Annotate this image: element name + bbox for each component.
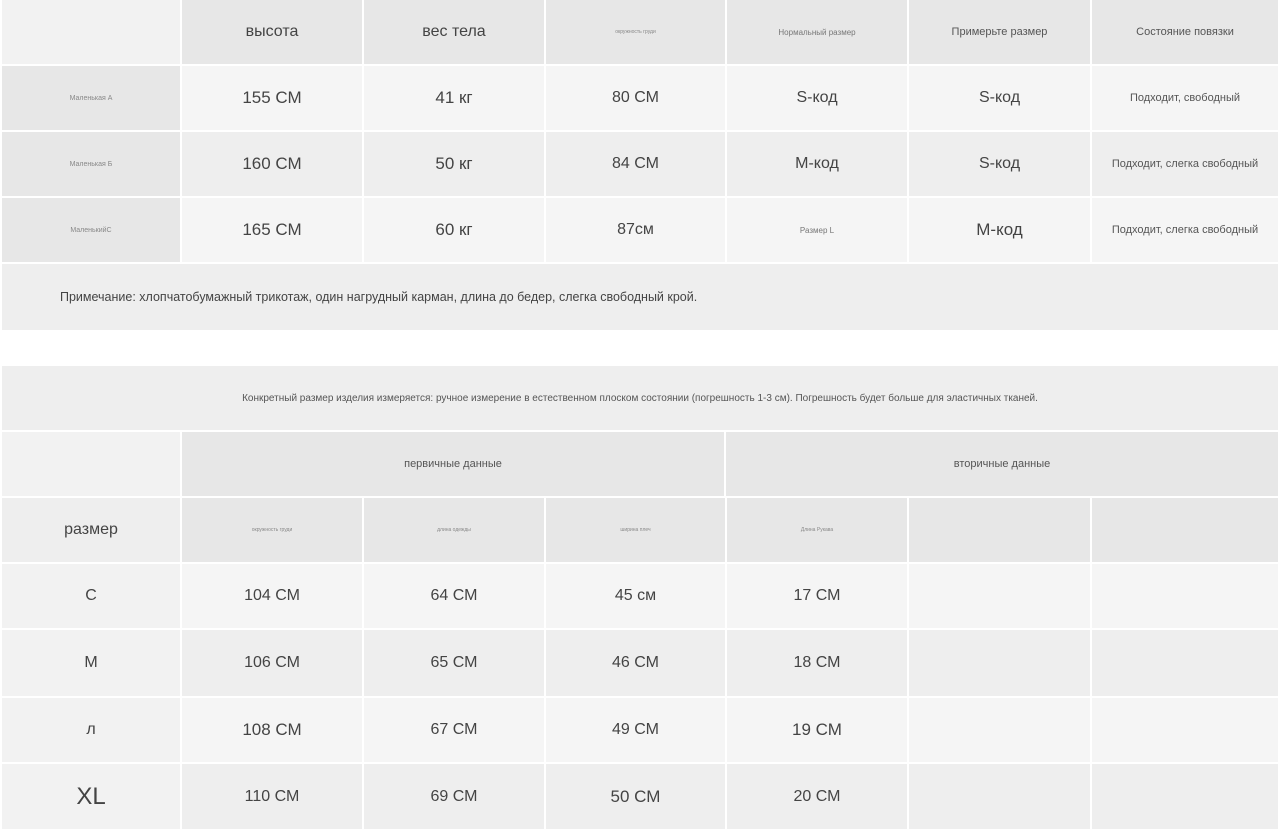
fit-row-state: Подходит, слегка свободный bbox=[1092, 132, 1278, 196]
size-row-empty bbox=[909, 764, 1092, 829]
fit-row-height: 160 СМ bbox=[182, 132, 364, 196]
fit-row-try-size: М-код bbox=[909, 198, 1092, 262]
fit-row-height: 155 СМ bbox=[182, 66, 364, 130]
fit-row-weight: 50 кг bbox=[364, 132, 546, 196]
size-row-shoulder: 46 СМ bbox=[546, 630, 727, 696]
size-row-sleeve: 18 СМ bbox=[727, 630, 909, 696]
size-row-bust: 106 СМ bbox=[182, 630, 364, 696]
fit-header-try-size: Примерьте размер bbox=[909, 0, 1092, 64]
size-row-size: л bbox=[2, 698, 182, 762]
fit-header-weight: вес тела bbox=[364, 0, 546, 64]
fit-row-normal-size: М-код bbox=[727, 132, 909, 196]
size-table-row: XL 110 СМ 69 СМ 50 СМ 20 СМ bbox=[2, 764, 1278, 829]
fit-header-bust: окружность груди bbox=[546, 0, 727, 64]
size-header-size: размер bbox=[2, 498, 182, 562]
size-row-sleeve: 17 СМ bbox=[727, 564, 909, 628]
size-header-empty bbox=[1092, 498, 1278, 562]
fit-row-normal-size: Размер L bbox=[727, 198, 909, 262]
group-primary-data: первичные данные bbox=[182, 432, 726, 496]
size-header-bust: окружность груди bbox=[182, 498, 364, 562]
fit-row-label: Маленькая Б bbox=[2, 132, 182, 196]
size-row-empty bbox=[1092, 564, 1278, 628]
fit-note: Примечание: хлопчатобумажный трикотаж, о… bbox=[2, 264, 1278, 330]
size-row-empty bbox=[909, 630, 1092, 696]
size-row-shoulder: 45 см bbox=[546, 564, 727, 628]
fit-row-normal-size: S-код bbox=[727, 66, 909, 130]
fit-header-state: Состояние повязки bbox=[1092, 0, 1278, 64]
fit-row-weight: 60 кг bbox=[364, 198, 546, 262]
size-chart: высота вес тела окружность груди Нормаль… bbox=[0, 0, 1280, 829]
spec-row: Конкретный размер изделия измеряется: ру… bbox=[2, 366, 1278, 430]
size-row-empty bbox=[909, 698, 1092, 762]
fit-row-bust: 84 СМ bbox=[546, 132, 727, 196]
size-row-empty bbox=[1092, 698, 1278, 762]
size-row-length: 67 СМ bbox=[364, 698, 546, 762]
size-header-empty bbox=[909, 498, 1092, 562]
size-row-size: М bbox=[2, 630, 182, 696]
fit-table-row: МаленькийС 165 СМ 60 кг 87см Размер L М-… bbox=[2, 198, 1278, 262]
size-group-empty bbox=[2, 432, 182, 496]
size-row-sleeve: 20 СМ bbox=[727, 764, 909, 829]
fit-row-weight: 41 кг bbox=[364, 66, 546, 130]
size-row-length: 69 СМ bbox=[364, 764, 546, 829]
fit-header-empty bbox=[2, 0, 182, 64]
fit-header-height: высота bbox=[182, 0, 364, 64]
fit-row-bust: 87см bbox=[546, 198, 727, 262]
size-row-empty bbox=[909, 564, 1092, 628]
fit-header-normal-size: Нормальный размер bbox=[727, 0, 909, 64]
fit-row-try-size: S-код bbox=[909, 132, 1092, 196]
size-header-sleeve: Длина Рукава bbox=[727, 498, 909, 562]
fit-row-label: Маленькая А bbox=[2, 66, 182, 130]
size-row-bust: 108 СМ bbox=[182, 698, 364, 762]
fit-row-height: 165 СМ bbox=[182, 198, 364, 262]
size-row-size: С bbox=[2, 564, 182, 628]
size-header-shoulder: ширина плеч bbox=[546, 498, 727, 562]
fit-row-state: Подходит, слегка свободный bbox=[1092, 198, 1278, 262]
fit-table-row: Маленькая Б 160 СМ 50 кг 84 СМ М-код S-к… bbox=[2, 132, 1278, 196]
size-row-bust: 110 СМ bbox=[182, 764, 364, 829]
size-header-length: длина одежды bbox=[364, 498, 546, 562]
measurement-spec: Конкретный размер изделия измеряется: ру… bbox=[2, 366, 1278, 430]
group-secondary-data: вторичные данные bbox=[726, 432, 1278, 496]
fit-row-bust: 80 СМ bbox=[546, 66, 727, 130]
size-table-row: С 104 СМ 64 СМ 45 см 17 СМ bbox=[2, 564, 1278, 628]
size-row-size: XL bbox=[2, 764, 182, 829]
size-row-length: 64 СМ bbox=[364, 564, 546, 628]
size-row-bust: 104 СМ bbox=[182, 564, 364, 628]
fit-table-row: Маленькая А 155 СМ 41 кг 80 СМ S-код S-к… bbox=[2, 66, 1278, 130]
fit-row-state: Подходит, свободный bbox=[1092, 66, 1278, 130]
size-group-header: первичные данные вторичные данные bbox=[2, 432, 1278, 496]
size-table-row: М 106 СМ 65 СМ 46 СМ 18 СМ bbox=[2, 630, 1278, 696]
size-row-shoulder: 49 СМ bbox=[546, 698, 727, 762]
size-row-empty bbox=[1092, 630, 1278, 696]
size-row-length: 65 СМ bbox=[364, 630, 546, 696]
fit-row-label: МаленькийС bbox=[2, 198, 182, 262]
fit-row-try-size: S-код bbox=[909, 66, 1092, 130]
size-row-shoulder: 50 СМ bbox=[546, 764, 727, 829]
size-row-empty bbox=[1092, 764, 1278, 829]
fit-table-header: высота вес тела окружность груди Нормаль… bbox=[2, 0, 1278, 64]
fit-note-row: Примечание: хлопчатобумажный трикотаж, о… bbox=[2, 264, 1278, 330]
size-table-header: размер окружность груди длина одежды шир… bbox=[2, 498, 1278, 562]
size-table-row: л 108 СМ 67 СМ 49 СМ 19 СМ bbox=[2, 698, 1278, 762]
size-row-sleeve: 19 СМ bbox=[727, 698, 909, 762]
